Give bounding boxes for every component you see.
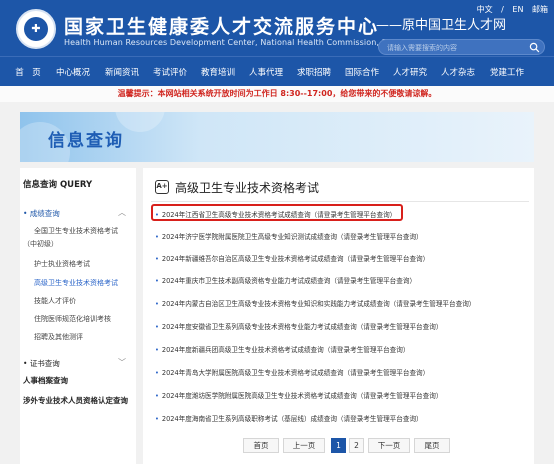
- bullet-icon: •: [155, 233, 159, 241]
- search-icon[interactable]: [529, 42, 540, 53]
- sidebar: 信息查询 QUERY • 成绩查询 ︿ 全国卫生专业技术资格考试 （中初级） 护…: [20, 168, 136, 464]
- site-header: ✚ 国家卫生健康委人才交流服务中心 Health Human Resources…: [0, 0, 554, 56]
- first-page-button[interactable]: 首页: [243, 438, 279, 453]
- site-title: 国家卫生健康委人才交流服务中心: [64, 16, 380, 38]
- nav-news[interactable]: 新闻资讯: [98, 66, 146, 78]
- list-item-text: 2024年度潍坊医学院附属医院高级卫生专业技术资格考试成绩查询（请登录考生管理平…: [161, 392, 443, 400]
- list-item-text: 2024年新疆维吾尔自治区高级卫生专业技术资格考试成绩查询（请登录考生管理平台查…: [161, 255, 430, 263]
- last-page-button[interactable]: 尾页: [414, 438, 450, 453]
- content-title: 高级卫生专业技术资格考试: [175, 181, 320, 195]
- sidebar-item-recruitment[interactable]: 招聘及其他测评: [34, 332, 83, 342]
- bullet-icon: •: [155, 300, 159, 308]
- main-nav: 首 页 中心概况 新闻资讯 考试评价 教育培训 人事代理 求职招聘 国际合作 人…: [0, 56, 554, 86]
- list-item-text: 2024年重庆市卫生技术副高级资格专业能力考试成绩查询（请登录考生管理平台查询）: [161, 277, 417, 285]
- bullet-icon: •: [155, 369, 159, 377]
- sidebar-item-residency-training[interactable]: 住院医师规范化培训考核: [34, 314, 111, 324]
- sidebar-title: 信息查询 QUERY: [23, 180, 93, 190]
- lang-zh-link[interactable]: 中文: [477, 5, 493, 14]
- sidebar-group-label: 证书查询: [29, 359, 60, 368]
- former-name: ——原中国卫生人才网: [376, 18, 507, 33]
- list-item[interactable]: • 2024年济宁医学院附属医院卫生高级专业知识测试成绩查询（请登录考生管理平台查…: [155, 231, 525, 241]
- divider: [151, 201, 529, 202]
- page: ✚ 国家卫生健康委人才交流服务中心 Health Human Resources…: [0, 0, 554, 464]
- list-item[interactable]: • 2024年重庆市卫生技术副高级资格专业能力考试成绩查询（请登录考生管理平台查询…: [155, 275, 525, 285]
- list-item[interactable]: • 2024年新疆维吾尔自治区高级卫生专业技术资格考试成绩查询（请登录考生管理平台…: [155, 253, 525, 263]
- nav-home[interactable]: 首 页: [8, 66, 48, 78]
- list-item-text: 2024年济宁医学院附属医院卫生高级专业知识测试成绩查询（请登录考生管理平台查询…: [161, 233, 423, 241]
- list-item[interactable]: • 2024年度新疆兵团高级卫生专业技术资格考试成绩查询（请登录考生管理平台查询）: [155, 344, 525, 354]
- search-box: [378, 39, 545, 55]
- sidebar-group-scores[interactable]: • 成绩查询: [23, 208, 60, 219]
- site-subtitle: Health Human Resources Development Cente…: [64, 38, 420, 47]
- chevron-up-icon[interactable]: ︿: [118, 207, 126, 218]
- list-item-text: 2024年江西省卫生高级专业技术资格考试成绩查询（请登录考生管理平台查询）: [161, 211, 397, 219]
- sidebar-item-national-exam-level[interactable]: （中初级）: [23, 239, 58, 249]
- nav-training[interactable]: 教育培训: [194, 66, 242, 78]
- list-item[interactable]: • 2024年青岛大学附属医院高级卫生专业技术资格考试成绩查询（请登录考生管理平台…: [155, 367, 525, 377]
- list-item-text: 2024年度海南省卫生系列高级职称考试（基层线）成绩查询（请登录考生管理平台查询…: [161, 415, 423, 423]
- bullet-icon: •: [155, 392, 159, 400]
- list-item-text: 2024年度新疆兵团高级卫生专业技术资格考试成绩查询（请登录考生管理平台查询）: [161, 346, 410, 354]
- sidebar-item-personnel-file[interactable]: 人事档案查询: [23, 375, 68, 386]
- list-item-text: 2024年度安徽省卫生系列高级专业技术资格专业能力考试成绩查询（请登录考生管理平…: [161, 323, 443, 331]
- content-panel: A+ 高级卫生专业技术资格考试 • 2024年江西省卫生高级专业技术资格考试成绩查…: [143, 168, 534, 464]
- bullet-icon: •: [155, 415, 159, 423]
- list-item-text: 2024年内蒙古自治区卫生高级专业技术资格专业知识和实践能力考试成绩查询（请登录…: [161, 300, 476, 308]
- nav-agency[interactable]: 人事代理: [242, 66, 290, 78]
- bullet-icon: •: [155, 323, 159, 331]
- chevron-down-icon[interactable]: ﹀: [118, 357, 126, 368]
- sidebar-item-skill-evaluation[interactable]: 技能人才评价: [34, 296, 76, 306]
- sidebar-item-foreign-qualification[interactable]: 涉外专业技术人员资格认定查询: [23, 395, 128, 406]
- list-item[interactable]: • 2024年度海南省卫生系列高级职称考试（基层线）成绩查询（请登录考生管理平台查…: [155, 413, 525, 423]
- top-links: 中文 / EN 邮箱: [471, 4, 548, 15]
- next-page-button[interactable]: 下一页: [368, 438, 410, 453]
- document-icon: A+: [155, 180, 169, 194]
- nav-about[interactable]: 中心概况: [48, 66, 98, 78]
- separator: /: [501, 5, 504, 14]
- banner-title: 信息查询: [48, 131, 124, 151]
- page-banner: 信息查询: [20, 112, 534, 162]
- nav-international[interactable]: 国际合作: [338, 66, 386, 78]
- site-logo[interactable]: ✚: [16, 9, 56, 49]
- bullet-icon: •: [155, 277, 159, 285]
- sidebar-group-certificate[interactable]: • 证书查询: [23, 358, 60, 369]
- bullet-icon: •: [155, 255, 159, 263]
- list-item-text: 2024年青岛大学附属医院高级卫生专业技术资格考试成绩查询（请登录考生管理平台查…: [161, 369, 430, 377]
- list-item[interactable]: • 2024年度潍坊医学院附属医院高级卫生专业技术资格考试成绩查询（请登录考生管理…: [155, 390, 525, 400]
- list-item[interactable]: • 2024年内蒙古自治区卫生高级专业技术资格专业知识和实践能力考试成绩查询（请登…: [155, 298, 525, 308]
- notice-bar: 温馨提示：本网站相关系统开放时间为工作日 8:30--17:00，给您带来的不便…: [0, 86, 554, 102]
- search-input[interactable]: [387, 42, 527, 53]
- bullet-icon: •: [155, 211, 159, 219]
- bullet-icon: •: [155, 346, 159, 354]
- sidebar-item-senior-exam[interactable]: 高级卫生专业技术资格考试: [34, 278, 118, 288]
- prev-page-button[interactable]: 上一页: [283, 438, 325, 453]
- sidebar-item-nurse-exam[interactable]: 护士执业资格考试: [34, 259, 90, 269]
- list-item[interactable]: • 2024年度安徽省卫生系列高级专业技术资格专业能力考试成绩查询（请登录考生管理…: [155, 321, 525, 331]
- page-1-button[interactable]: 1: [331, 438, 346, 453]
- emblem-icon: ✚: [24, 17, 48, 41]
- nav-party[interactable]: 党建工作: [482, 66, 532, 78]
- lang-en-link[interactable]: EN: [512, 5, 523, 14]
- nav-jobs[interactable]: 求职招聘: [290, 66, 338, 78]
- list-item[interactable]: • 2024年江西省卫生高级专业技术资格考试成绩查询（请登录考生管理平台查询）: [155, 209, 525, 219]
- page-2-button[interactable]: 2: [349, 438, 364, 453]
- sidebar-group-label: 成绩查询: [29, 209, 60, 218]
- nav-exam[interactable]: 考试评价: [146, 66, 194, 78]
- mail-link[interactable]: 邮箱: [532, 5, 548, 14]
- nav-magazine[interactable]: 人才杂志: [434, 66, 482, 78]
- sidebar-item-national-exam[interactable]: 全国卫生专业技术资格考试: [34, 226, 118, 236]
- nav-research[interactable]: 人才研究: [386, 66, 434, 78]
